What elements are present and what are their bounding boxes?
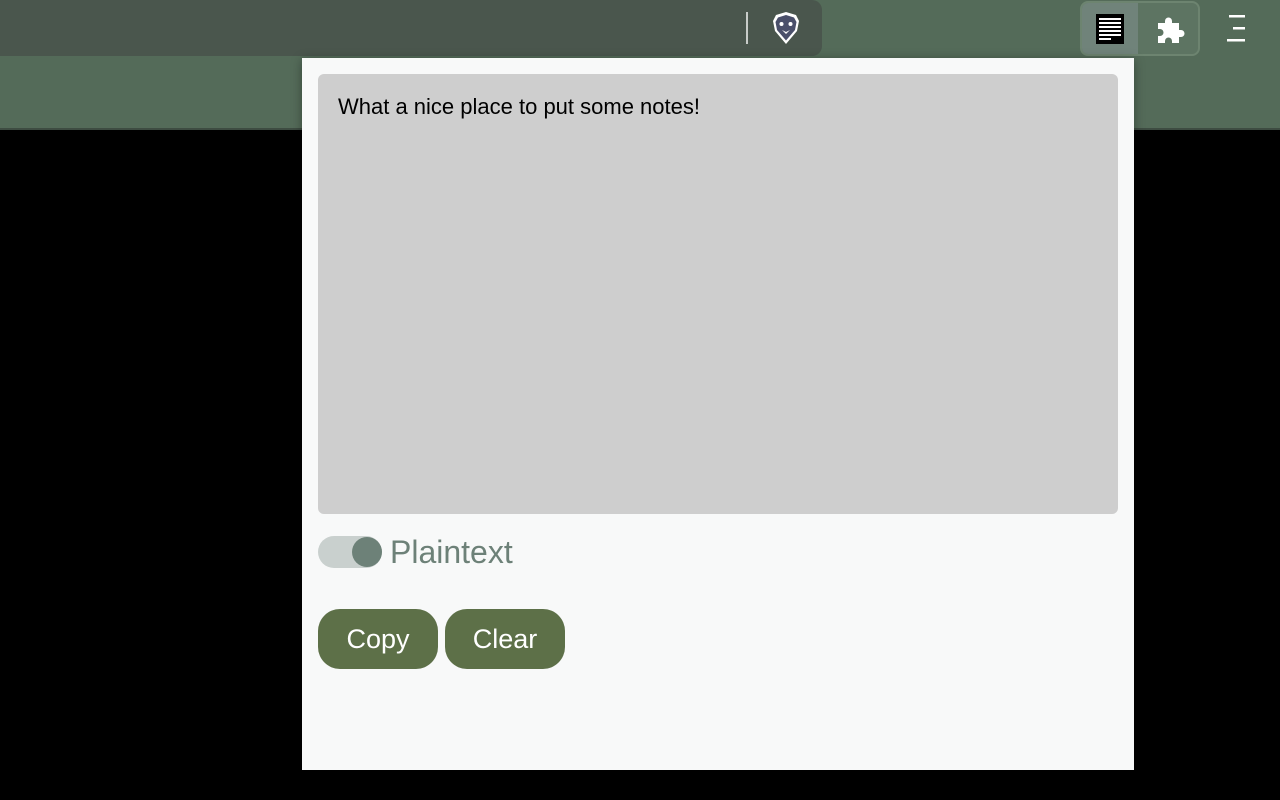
browser-toolbar [0, 0, 1280, 56]
notes-textarea[interactable]: What a nice place to put some notes! [318, 74, 1118, 514]
plaintext-toggle[interactable] [318, 536, 382, 568]
toggle-knob [352, 537, 382, 567]
notes-popup: What a nice place to put some notes! Pla… [302, 58, 1134, 770]
extensions-group [1080, 1, 1200, 56]
hamburger-menu-icon[interactable] [1216, 8, 1256, 48]
brave-lion-icon[interactable] [766, 8, 806, 48]
plaintext-label: Plaintext [390, 533, 513, 570]
clear-button[interactable]: Clear [445, 609, 565, 669]
notes-document-icon[interactable] [1082, 3, 1138, 54]
address-bar-divider [746, 12, 748, 44]
address-bar[interactable] [0, 0, 822, 56]
copy-button[interactable]: Copy [318, 609, 438, 669]
puzzle-icon[interactable] [1142, 3, 1198, 54]
plaintext-toggle-row: Plaintext [318, 532, 513, 572]
